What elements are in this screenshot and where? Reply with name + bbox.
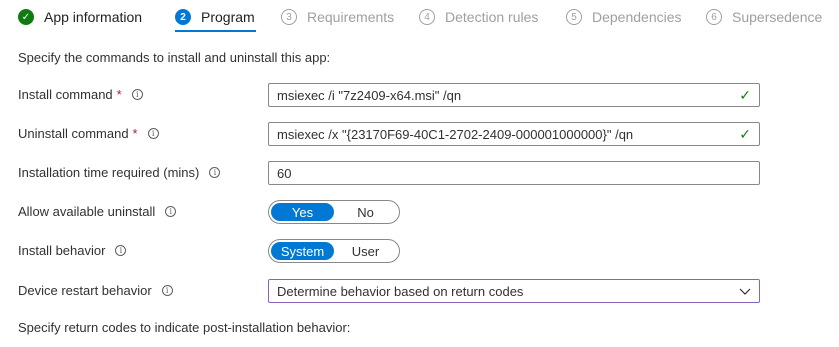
info-icon[interactable]: i <box>161 285 173 296</box>
install-command-value: msiexec /i "7z2409-x64.msi" /qn <box>277 87 462 103</box>
restart-behavior-row: Device restart behavior i Determine beha… <box>0 279 839 303</box>
install-command-input[interactable]: msiexec /i "7z2409-x64.msi" /qn ✓ <box>268 83 760 107</box>
allow-uninstall-row: Allow available uninstall i Yes No <box>0 200 839 224</box>
install-behavior-row: Install behavior i System User <box>0 239 839 263</box>
option-system[interactable]: System <box>271 242 334 260</box>
step-number: 3 <box>281 9 297 25</box>
install-time-row: Installation time required (mins) i 60 <box>0 161 839 185</box>
install-behavior-label: Install behavior <box>18 243 106 258</box>
step-label: App information <box>44 9 143 25</box>
step-program[interactable]: 2 Program <box>175 6 255 28</box>
option-user[interactable]: User <box>334 242 397 260</box>
return-codes-intro: Specify return codes to indicate post-in… <box>18 320 351 335</box>
uninstall-command-label: Uninstall command <box>18 126 129 141</box>
wizard-steps: ✓ App information 2 Program 3 Requiremen… <box>0 0 839 36</box>
step-number: 5 <box>566 9 582 25</box>
required-marker: * <box>116 87 122 102</box>
allow-uninstall-label: Allow available uninstall <box>18 204 156 219</box>
checkmark-icon: ✓ <box>739 125 751 142</box>
restart-behavior-dropdown[interactable]: Determine behavior based on return codes <box>268 279 760 303</box>
info-icon[interactable]: i <box>165 206 177 217</box>
step-number: 2 <box>175 9 191 25</box>
install-time-label: Installation time required (mins) <box>18 165 200 180</box>
uninstall-command-value: msiexec /x "{23170F69-40C1-2702-2409-000… <box>277 126 634 142</box>
step-label: Program <box>201 9 255 25</box>
info-icon[interactable]: i <box>209 167 221 178</box>
step-label: Supersedence <box>732 9 823 25</box>
install-behavior-toggle[interactable]: System User <box>268 239 400 263</box>
chevron-down-icon <box>739 288 751 295</box>
step-label: Dependencies <box>592 9 682 25</box>
required-marker: * <box>132 126 138 141</box>
info-icon[interactable]: i <box>115 245 127 256</box>
step-app-information[interactable]: ✓ App information <box>18 6 142 28</box>
checkmark-icon: ✓ <box>18 9 34 25</box>
install-command-row: Install command * i msiexec /i "7z2409-x… <box>0 83 839 107</box>
step-requirements[interactable]: 3 Requirements <box>281 6 394 28</box>
step-label: Requirements <box>307 9 395 25</box>
step-detection-rules[interactable]: 4 Detection rules <box>419 6 538 28</box>
info-icon[interactable]: i <box>147 128 159 139</box>
uninstall-command-input[interactable]: msiexec /x "{23170F69-40C1-2702-2409-000… <box>268 122 760 146</box>
step-label: Detection rules <box>445 9 539 25</box>
section-intro: Specify the commands to install and unin… <box>18 50 331 65</box>
allow-uninstall-toggle[interactable]: Yes No <box>268 200 400 224</box>
step-number: 6 <box>706 9 722 25</box>
step-number: 4 <box>419 9 435 25</box>
step-dependencies[interactable]: 5 Dependencies <box>566 6 682 28</box>
active-step-indicator <box>175 30 256 32</box>
checkmark-icon: ✓ <box>739 86 751 103</box>
install-time-input[interactable]: 60 <box>268 161 760 185</box>
step-supersedence[interactable]: 6 Supersedence <box>706 6 822 28</box>
install-command-label: Install command <box>18 87 113 102</box>
restart-behavior-value: Determine behavior based on return codes <box>277 283 524 299</box>
restart-behavior-label: Device restart behavior <box>18 283 152 298</box>
option-yes[interactable]: Yes <box>271 203 334 221</box>
install-time-value: 60 <box>277 165 292 181</box>
option-no[interactable]: No <box>334 203 397 221</box>
info-icon[interactable]: i <box>131 89 143 100</box>
uninstall-command-row: Uninstall command * i msiexec /x "{23170… <box>0 122 839 146</box>
